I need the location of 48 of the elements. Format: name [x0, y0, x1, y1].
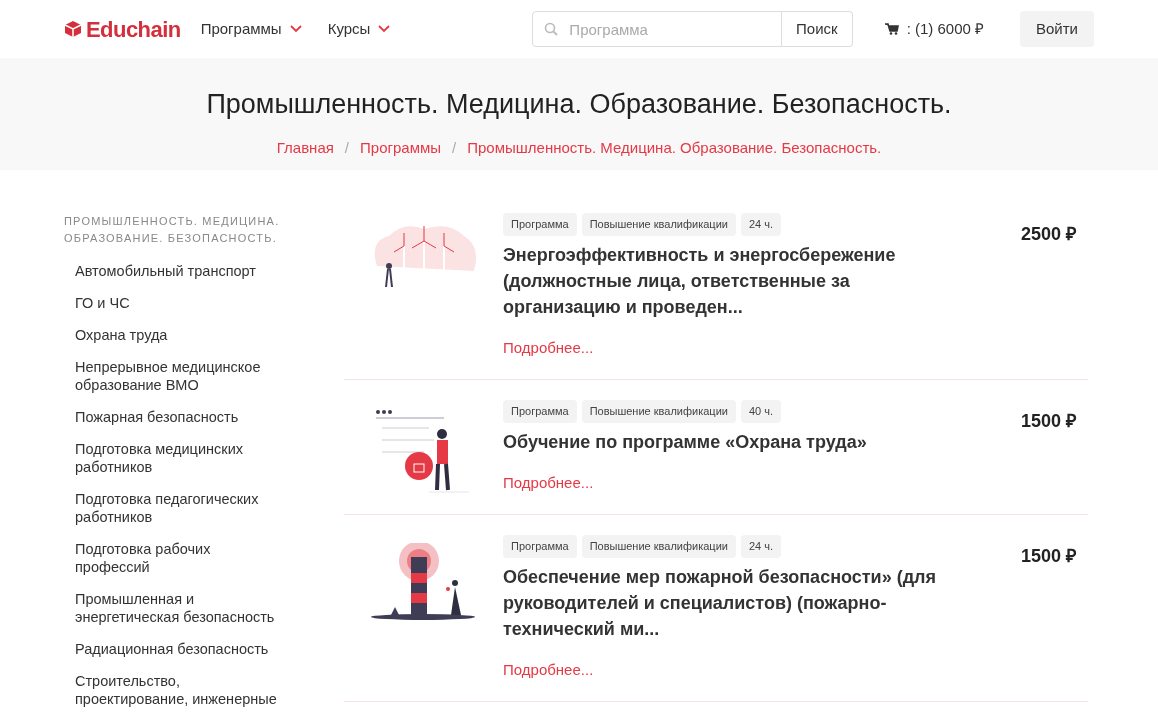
sidebar-link[interactable]: Автомобильный транспорт — [75, 262, 283, 280]
page-title: Промышленность. Медицина. Образование. Безопасность. — [206, 88, 952, 121]
tag: Повышение квалификации — [581, 213, 736, 236]
chevron-down-icon — [378, 25, 391, 33]
tag: 40 ч. — [740, 400, 781, 423]
search-field[interactable]: Программа — [532, 11, 783, 47]
breadcrumb-link[interactable]: Программы — [360, 136, 442, 159]
logo-text[interactable]: Educhain — [86, 12, 181, 46]
nav-menu[interactable]: Курсы — [327, 17, 391, 41]
sidebar-link[interactable]: Строительство, проектирование, инженерные — [75, 672, 283, 708]
tag: Программа — [503, 535, 577, 558]
sidebar-link[interactable]: Пожарная безопасность — [75, 408, 283, 426]
details-link[interactable]: Подробнее... — [503, 471, 1021, 494]
breadcrumb-link[interactable]: Главная — [276, 136, 334, 159]
price: 1500 ₽ — [1020, 545, 1076, 568]
program-title[interactable]: Обеспечение мер пожарной безопасности» (для руководителей и специалистов) (пожарно-технический ми... — [503, 563, 963, 642]
cart-link[interactable]: : (1) 6000 ₽ — [884, 17, 984, 41]
breadcrumb-separator: / — [344, 137, 349, 158]
tag: 24 ч. — [740, 535, 781, 558]
tag: 24 ч. — [740, 213, 781, 236]
program-title[interactable]: Энергоэффективность и энергосбережение (должностные лица, ответственные за организацию и проведен... — [503, 241, 963, 320]
tag: Повышение квалификации — [581, 535, 736, 558]
sidebar-link[interactable]: Подготовка медицинских работников — [75, 440, 283, 476]
sidebar-link[interactable]: Радиационная безопасность — [75, 640, 283, 658]
sidebar-link[interactable]: Промышленная и энергетическая безопасность — [75, 590, 283, 626]
sidebar-link[interactable]: Подготовка педагогических работников — [75, 490, 283, 526]
sidebar-link[interactable]: Подготовка рабочих профессий — [75, 540, 283, 576]
search-icon — [544, 22, 559, 36]
breadcrumb-separator: / — [452, 137, 457, 158]
nav-menu[interactable]: Программы — [200, 17, 302, 41]
tag: Повышение квалификации — [581, 400, 736, 423]
search-button[interactable]: Поиск — [782, 11, 853, 47]
tag: Программа — [503, 213, 577, 236]
sidebar-link[interactable]: Охрана труда — [75, 326, 283, 344]
sidebar-link[interactable]: Непрерывное медицинское образование ВМО — [75, 358, 283, 394]
cube-logo-icon — [64, 20, 82, 38]
breadcrumb-link[interactable]: Промышленность. Медицина. Образование. Безопасность. — [467, 136, 882, 159]
cart-icon — [884, 23, 899, 35]
details-link[interactable]: Подробнее... — [503, 658, 1021, 681]
sidebar-link[interactable]: ГО и ЧС — [75, 294, 283, 312]
tag: Программа — [503, 400, 577, 423]
login-button[interactable]: Войти — [1020, 11, 1094, 47]
chevron-down-icon — [289, 25, 302, 33]
details-link[interactable]: Подробнее... — [503, 336, 1021, 359]
price: 2500 ₽ — [1020, 223, 1076, 246]
sidebar-heading: ПРОМЫШЛЕННОСТЬ. МЕДИЦИНА. ОБРАЗОВАНИЕ. БЕЗОПАСНОСТЬ. — [64, 214, 281, 246]
price: 1500 ₽ — [1020, 410, 1076, 433]
program-title[interactable]: Обучение по программе «Охрана труда» — [503, 428, 963, 455]
